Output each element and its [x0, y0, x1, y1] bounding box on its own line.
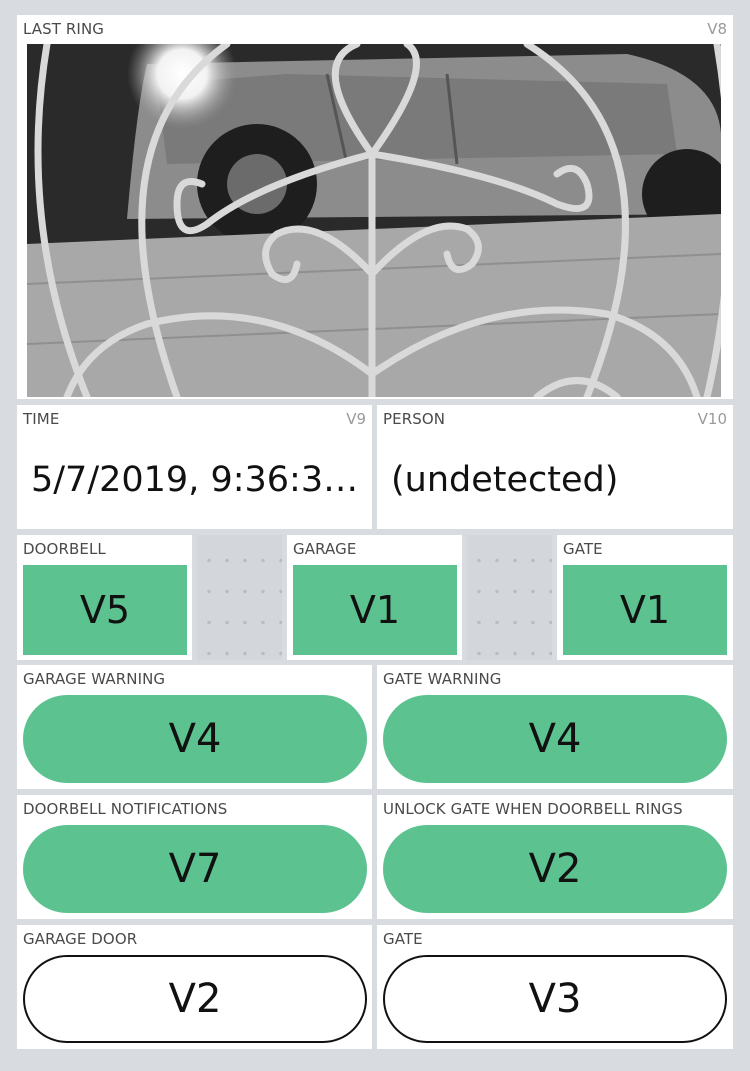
- doorbell-notifications-label: DOORBELL NOTIFICATIONS: [23, 800, 228, 818]
- last-ring-label: LAST RING: [23, 20, 105, 38]
- person-widget: PERSON V10 (undetected): [377, 405, 733, 529]
- doorbell-led: V5: [23, 565, 187, 655]
- garage-door-widget: GARAGE DOOR V2: [17, 925, 372, 1049]
- person-pin: V10: [697, 410, 727, 428]
- time-value: 5/7/2019, 9:36:3…: [31, 460, 359, 500]
- gate-warning-widget: GATE WARNING V4: [377, 665, 733, 789]
- garage-warning-toggle[interactable]: V4: [23, 695, 367, 783]
- doorbell-notifications-toggle[interactable]: V7: [23, 825, 367, 913]
- person-value: (undetected): [391, 460, 619, 500]
- person-label: PERSON: [383, 410, 446, 428]
- doorbell-led-widget: DOORBELL V5: [17, 535, 192, 660]
- empty-grid-cell: [197, 535, 282, 660]
- garage-led-label: GARAGE: [293, 540, 357, 558]
- gate-led: V1: [563, 565, 727, 655]
- gate-label: GATE: [383, 930, 423, 948]
- garage-door-label: GARAGE DOOR: [23, 930, 138, 948]
- camera-snapshot-graphic: [27, 44, 721, 397]
- last-ring-pin: V8: [707, 20, 727, 38]
- time-label: TIME: [23, 410, 60, 428]
- empty-grid-cell: [467, 535, 552, 660]
- garage-warning-widget: GARAGE WARNING V4: [17, 665, 372, 789]
- last-ring-widget: LAST RING V8: [17, 15, 733, 399]
- time-widget: TIME V9 5/7/2019, 9:36:3…: [17, 405, 372, 529]
- doorbell-notifications-widget: DOORBELL NOTIFICATIONS V7: [17, 795, 372, 919]
- unlock-gate-toggle[interactable]: V2: [383, 825, 727, 913]
- gate-led-widget: GATE V1: [557, 535, 733, 660]
- gate-led-label: GATE: [563, 540, 603, 558]
- doorbell-led-label: DOORBELL: [23, 540, 106, 558]
- time-pin: V9: [346, 410, 366, 428]
- unlock-gate-label: UNLOCK GATE WHEN DOORBELL RINGS: [383, 800, 683, 818]
- gate-widget: GATE V3: [377, 925, 733, 1049]
- gate-button[interactable]: V3: [383, 955, 727, 1043]
- gate-warning-toggle[interactable]: V4: [383, 695, 727, 783]
- garage-warning-label: GARAGE WARNING: [23, 670, 166, 688]
- garage-led: V1: [293, 565, 457, 655]
- garage-led-widget: GARAGE V1: [287, 535, 462, 660]
- garage-door-button[interactable]: V2: [23, 955, 367, 1043]
- unlock-gate-widget: UNLOCK GATE WHEN DOORBELL RINGS V2: [377, 795, 733, 919]
- gate-warning-label: GATE WARNING: [383, 670, 502, 688]
- doorbell-camera-image[interactable]: [27, 44, 721, 397]
